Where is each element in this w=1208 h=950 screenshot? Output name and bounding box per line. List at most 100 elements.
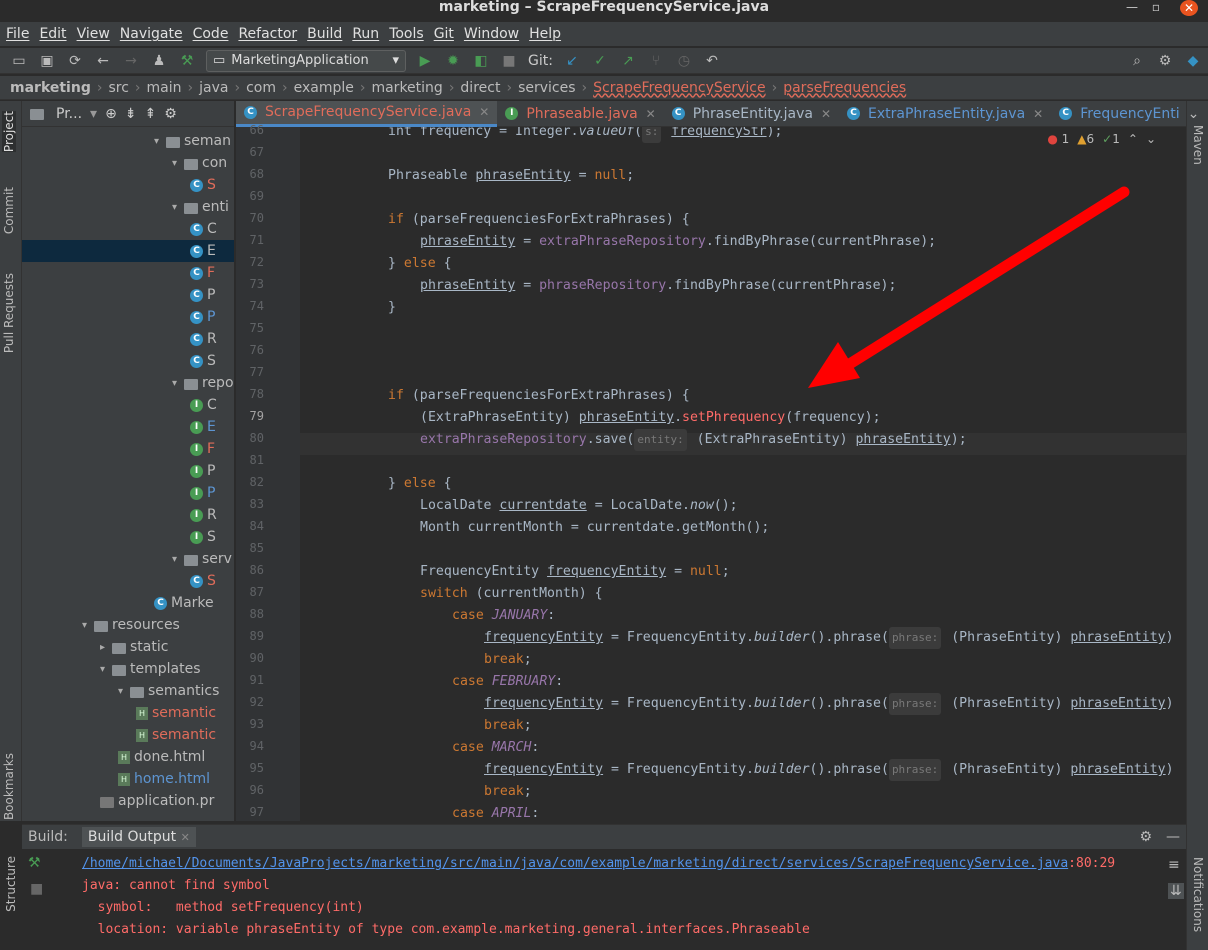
open-folder-icon[interactable]: ▭ [10, 52, 28, 70]
menu-view[interactable]: View [77, 26, 110, 42]
debug-icon[interactable]: ✹ [444, 52, 462, 70]
expand-arrow-icon[interactable]: ▾ [82, 620, 94, 631]
breadcrumb-item[interactable]: main [147, 80, 182, 96]
expand-arrow-icon[interactable]: ▾ [154, 136, 166, 147]
tree-item[interactable]: ▸ static [100, 636, 168, 658]
chevron-down-icon[interactable]: ▾ [90, 106, 97, 122]
breadcrumb-item[interactable]: marketing [371, 80, 442, 96]
tree-item[interactable]: ▾ seman [154, 130, 231, 152]
expand-arrow-icon[interactable]: ▾ [172, 378, 184, 389]
tree-item[interactable]: ▾ templates [100, 658, 201, 680]
menu-build[interactable]: Build [307, 26, 342, 42]
history-icon[interactable]: ◷ [675, 52, 693, 70]
breadcrumb-item[interactable]: services [518, 80, 575, 96]
more-tabs-icon[interactable]: ⌄ [1188, 106, 1200, 122]
chevron-down-icon[interactable]: ⌄ [1146, 132, 1156, 146]
tree-item[interactable]: Hsemantic [136, 724, 216, 746]
soft-wrap-icon[interactable]: ≡ [1168, 857, 1180, 873]
notifications-tool-tab[interactable]: Notifications [1191, 857, 1205, 932]
tree-item[interactable]: C Marke [154, 592, 214, 614]
close-tab-icon[interactable]: ✕ [479, 105, 489, 119]
menu-help[interactable]: Help [529, 26, 561, 42]
menu-edit[interactable]: Edit [39, 26, 66, 42]
tree-item[interactable]: ▾ repo [172, 372, 234, 394]
expand-arrow-icon[interactable]: ▾ [172, 202, 184, 213]
breadcrumb-item[interactable]: marketing [10, 80, 91, 96]
structure-tool-tab[interactable]: Structure [4, 856, 18, 912]
breadcrumb-item[interactable]: direct [460, 80, 500, 96]
user-icon[interactable]: ♟ [150, 52, 168, 70]
expand-arrow-icon[interactable]: ▸ [100, 642, 112, 653]
maximize-icon[interactable]: ▫ [1144, 0, 1168, 16]
tree-item[interactable]: ▾ con [172, 152, 227, 174]
tree-item[interactable]: CP [190, 284, 215, 306]
locate-icon[interactable]: ⊕ [105, 106, 117, 122]
tree-item[interactable]: application.pr [100, 790, 214, 812]
tree-item[interactable]: IC [190, 394, 217, 416]
menu-run[interactable]: Run [352, 26, 379, 42]
menu-window[interactable]: Window [464, 26, 519, 42]
menu-navigate[interactable]: Navigate [120, 26, 183, 42]
minimize-panel-icon[interactable]: — [1166, 829, 1180, 845]
build-hammer-icon[interactable]: ⚒ [178, 52, 196, 70]
project-tool-tab[interactable]: Project [2, 111, 16, 153]
tree-item[interactable]: IP [190, 460, 215, 482]
gear-icon[interactable]: ⚙ [164, 106, 177, 122]
stop-build-icon[interactable]: ■ [30, 881, 43, 897]
coverage-icon[interactable]: ◧ [472, 52, 490, 70]
project-panel-title[interactable]: Pr... [56, 106, 82, 122]
tree-item[interactable]: CS [190, 570, 216, 592]
search-icon[interactable]: ⌕ [1128, 52, 1146, 70]
forward-icon[interactable]: → [122, 52, 140, 70]
editor-tab[interactable]: C ExtraPhraseEntity.java ✕ [839, 101, 1051, 127]
editor-tab[interactable]: C FrequencyEnti [1051, 101, 1187, 127]
tree-item[interactable]: ▾ enti [172, 196, 229, 218]
git-branch-icon[interactable]: ⑂ [647, 52, 665, 70]
menu-code[interactable]: Code [193, 26, 229, 42]
stop-icon[interactable]: ■ [500, 52, 518, 70]
git-update-icon[interactable]: ↙ [563, 52, 581, 70]
tree-item[interactable]: IR [190, 504, 217, 526]
save-icon[interactable]: ▣ [38, 52, 56, 70]
close-tab-icon[interactable]: ✕ [646, 107, 656, 121]
minimize-icon[interactable]: — [1120, 0, 1144, 16]
breadcrumb-item[interactable]: src [108, 80, 128, 96]
breadcrumb-item[interactable]: ScrapeFrequencyService [593, 80, 765, 96]
expand-arrow-icon[interactable]: ▾ [172, 554, 184, 565]
error-file-link[interactable]: /home/michael/Documents/JavaProjects/mar… [82, 856, 1068, 871]
back-icon[interactable]: ← [94, 52, 112, 70]
pull-requests-tool-tab[interactable]: Pull Requests [2, 273, 16, 353]
tree-item[interactable]: CR [190, 328, 217, 350]
tree-item[interactable]: CE [22, 240, 234, 262]
editor-tab[interactable]: C ScrapeFrequencyService.java ✕ [236, 100, 498, 127]
tree-item[interactable]: CP [190, 306, 215, 328]
tree-item[interactable]: IF [190, 438, 215, 460]
gear-icon[interactable]: ⚙ [1139, 829, 1152, 845]
breadcrumb-item[interactable]: example [294, 80, 354, 96]
git-commit-icon[interactable]: ✓ [591, 52, 609, 70]
rollback-icon[interactable]: ↶ [703, 52, 721, 70]
breadcrumb-item[interactable]: com [246, 80, 276, 96]
plugin-icon[interactable]: ◆ [1184, 52, 1202, 70]
tree-item[interactable]: Hdone.html [118, 746, 205, 768]
git-push-icon[interactable]: ↗ [619, 52, 637, 70]
rerun-hammer-icon[interactable]: ⚒ [28, 855, 41, 871]
menu-tools[interactable]: Tools [389, 26, 424, 42]
breadcrumb-item[interactable]: java [199, 80, 228, 96]
run-icon[interactable]: ▶ [416, 52, 434, 70]
editor-tab[interactable]: C PhraseEntity.java ✕ [664, 101, 839, 127]
close-tab-icon[interactable]: ✕ [1033, 107, 1043, 121]
bookmarks-tool-tab[interactable]: Bookmarks [2, 753, 16, 820]
tree-item[interactable]: ▾ resources [82, 614, 180, 636]
expand-all-icon[interactable]: ⇟ [125, 106, 137, 122]
expand-arrow-icon[interactable]: ▾ [118, 686, 130, 697]
expand-arrow-icon[interactable]: ▾ [100, 664, 112, 675]
scroll-to-end-icon[interactable]: ⇊ [1168, 883, 1184, 899]
tree-item[interactable]: IP [190, 482, 215, 504]
breadcrumb-item[interactable]: parseFrequencies [783, 80, 906, 96]
collapse-all-icon[interactable]: ⇞ [145, 106, 157, 122]
close-tab-icon[interactable]: ✕ [821, 107, 831, 121]
maven-tool-tab[interactable]: Maven [1191, 125, 1205, 165]
close-icon[interactable]: ✕ [1180, 0, 1198, 16]
run-configuration-select[interactable]: ▭ MarketingApplication ▾ [206, 49, 406, 72]
